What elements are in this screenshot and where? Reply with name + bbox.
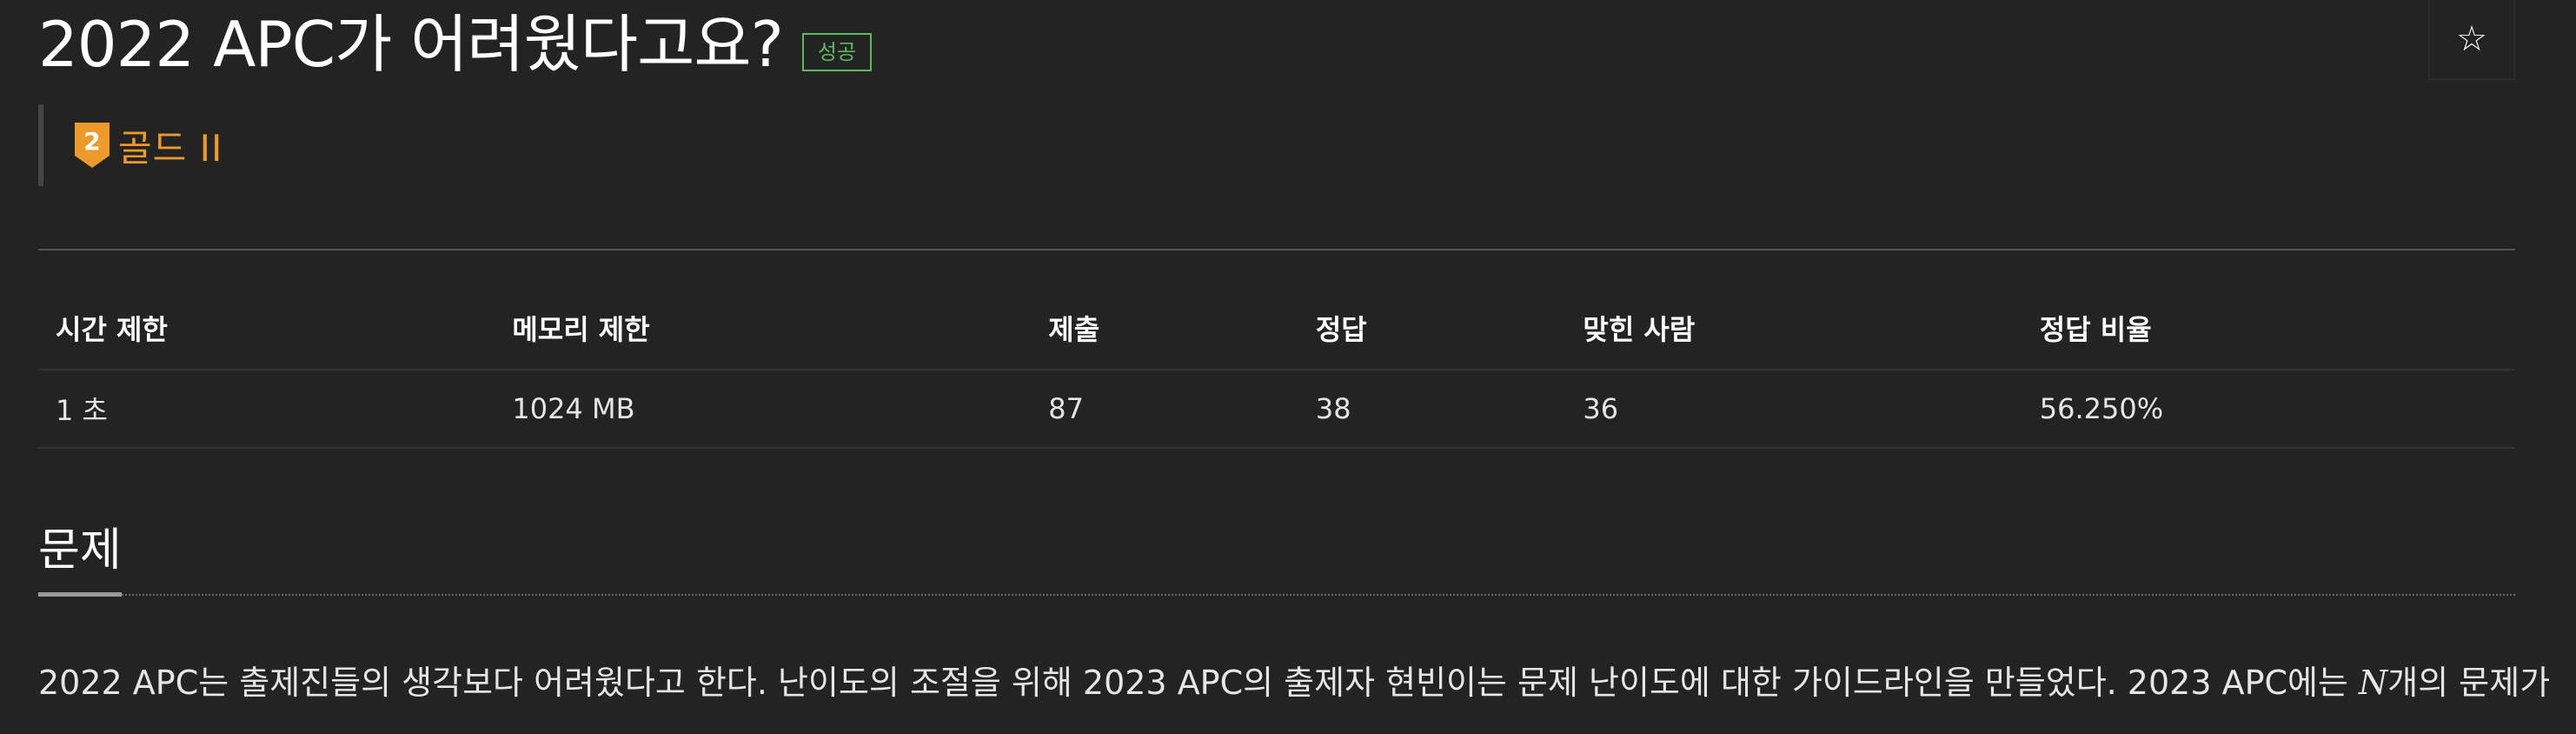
value-memory-limit: 1024 MB: [495, 370, 1032, 449]
value-time-limit: 1 초: [38, 370, 495, 449]
value-accept-ratio: 56.250%: [2022, 370, 2515, 449]
header-accepted: 정답: [1298, 287, 1566, 370]
tier-number: 2: [83, 127, 100, 156]
star-icon: ☆: [2456, 19, 2487, 59]
section-heading-underline: [38, 592, 122, 597]
status-badge: 성공: [801, 33, 873, 72]
math-variable: N: [2359, 664, 2388, 702]
table-header-row: 시간 제한 메모리 제한 제출 정답 맞힌 사람 정답 비율: [38, 287, 2515, 370]
section-heading-problem: 문제: [38, 524, 122, 577]
header-memory-limit: 메모리 제한: [495, 287, 1032, 370]
header-submissions: 제출: [1031, 287, 1298, 370]
value-solved-users: 36: [1565, 370, 2022, 449]
section-divider: [122, 594, 2515, 596]
description-text-end: 개의 문제가: [2387, 664, 2551, 702]
table-row: 1 초 1024 MB 87 38 36 56.250%: [38, 370, 2515, 449]
tier-block: 2 골드 II: [38, 104, 222, 186]
description-text-start: 2022 APC는 출제진들의 생각보다 어려웠다고 한다. 난이도의 조절을 …: [38, 664, 2360, 702]
tier-badge-icon: 2: [75, 123, 110, 168]
problem-page: 2022 APC가 어려웠다고요? 성공 ☆ 2 골드 II 시간 제한 메모리…: [0, 0, 2576, 734]
page-title: 2022 APC가 어려웠다고요?: [38, 8, 784, 81]
problem-info-table: 시간 제한 메모리 제한 제출 정답 맞힌 사람 정답 비율 1 초 1024 …: [38, 287, 2515, 449]
value-accepted: 38: [1298, 370, 1566, 449]
tier-label: 골드 II: [118, 126, 223, 170]
title-row: 2022 APC가 어려웠다고요? 성공: [38, 7, 873, 82]
problem-description: 2022 APC는 출제진들의 생각보다 어려웠다고 한다. 난이도의 조절을 …: [38, 656, 2550, 704]
divider: [38, 249, 2515, 250]
header-time-limit: 시간 제한: [38, 287, 495, 370]
star-button[interactable]: ☆: [2428, 0, 2515, 80]
header-accept-ratio: 정답 비율: [2022, 287, 2515, 370]
value-submissions: 87: [1031, 370, 1298, 449]
header-solved-users: 맞힌 사람: [1565, 287, 2022, 370]
